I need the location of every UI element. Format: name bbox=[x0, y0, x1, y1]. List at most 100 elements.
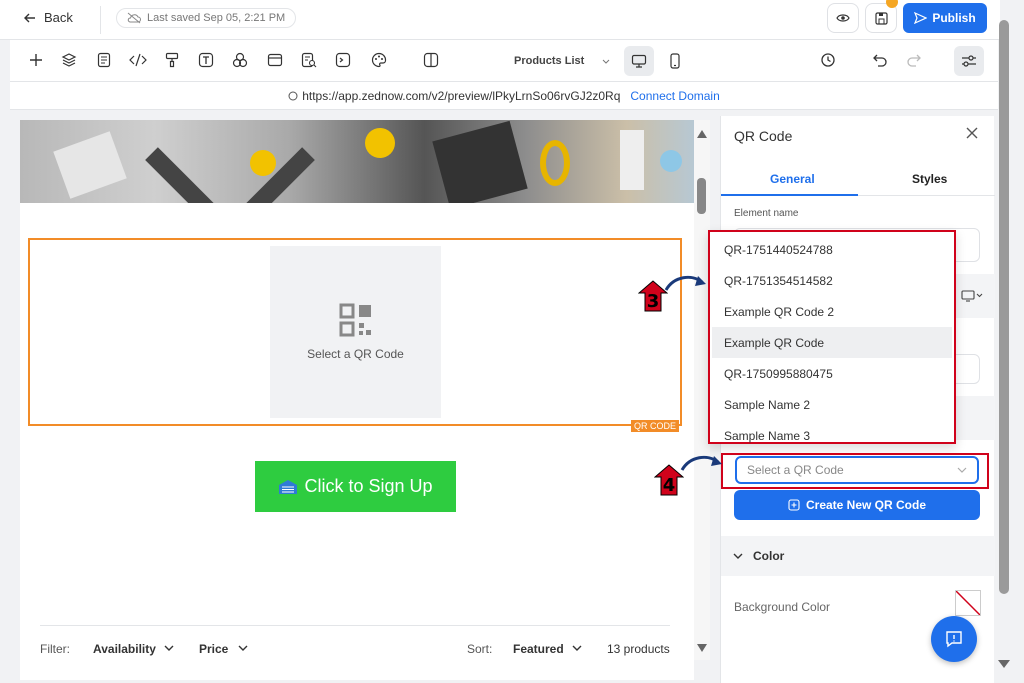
history-icon bbox=[821, 53, 835, 67]
chevron-down-icon bbox=[164, 645, 174, 651]
send-icon bbox=[914, 12, 928, 24]
background-color-label: Background Color bbox=[734, 600, 831, 614]
mobile-view-button[interactable] bbox=[660, 46, 690, 76]
layers-button[interactable] bbox=[59, 50, 79, 70]
document-icon bbox=[97, 52, 111, 68]
redo-button[interactable] bbox=[904, 50, 924, 70]
scroll-thumb[interactable] bbox=[697, 178, 706, 214]
back-button[interactable]: Back bbox=[24, 10, 73, 25]
columns-icon bbox=[423, 52, 439, 68]
hero-image bbox=[20, 120, 694, 203]
window-scrollbar[interactable] bbox=[998, 20, 1010, 668]
monitor-icon[interactable] bbox=[961, 290, 983, 302]
undo-button[interactable] bbox=[870, 50, 890, 70]
save-icon bbox=[874, 11, 888, 25]
create-qr-label: Create New QR Code bbox=[805, 498, 927, 512]
garage-icon bbox=[279, 479, 298, 494]
editor-toolbar: Products List bbox=[10, 40, 998, 82]
publish-label: Publish bbox=[932, 11, 976, 25]
text-icon bbox=[198, 52, 214, 68]
filter-divider bbox=[40, 625, 670, 626]
components-button[interactable] bbox=[230, 50, 250, 70]
chat-icon bbox=[946, 631, 962, 648]
color-section-label: Color bbox=[753, 549, 785, 563]
no-color-icon bbox=[956, 591, 980, 615]
scroll-up-icon[interactable] bbox=[697, 130, 707, 138]
settings-toggle-button[interactable] bbox=[954, 46, 984, 76]
signup-button[interactable]: Click to Sign Up bbox=[255, 461, 456, 512]
pages-button[interactable] bbox=[94, 50, 114, 70]
dropdown-option[interactable]: QR-1750995880475 bbox=[712, 358, 952, 389]
close-icon[interactable] bbox=[965, 126, 979, 140]
filter-label: Filter: bbox=[40, 642, 70, 656]
dropdown-option[interactable]: Sample Name 3 bbox=[712, 420, 952, 451]
redo-icon bbox=[907, 54, 921, 67]
chevron-down-icon bbox=[602, 59, 610, 64]
paint-button[interactable] bbox=[162, 50, 182, 70]
monitor-icon bbox=[631, 54, 647, 68]
arrow-annotation-icon bbox=[664, 275, 706, 291]
dropdown-option-hovered[interactable]: Example QR Code bbox=[712, 327, 952, 358]
paint-roller-icon bbox=[165, 52, 179, 68]
code-button[interactable] bbox=[128, 50, 148, 70]
qr-code-placeholder[interactable]: Select a QR Code bbox=[270, 246, 441, 418]
element-name-label: Element name bbox=[734, 208, 799, 219]
select-highlight-annotation bbox=[721, 453, 989, 489]
terminal-button[interactable] bbox=[333, 50, 353, 70]
dropdown-option[interactable]: Sample Name 2 bbox=[712, 389, 952, 420]
help-chat-button[interactable] bbox=[931, 616, 977, 662]
product-count: 13 products bbox=[607, 642, 670, 656]
split-view-button[interactable] bbox=[421, 50, 441, 70]
publish-button[interactable]: Publish bbox=[903, 3, 987, 33]
page-select[interactable]: Products List bbox=[510, 46, 622, 76]
color-section-header[interactable]: Color bbox=[721, 536, 995, 576]
history-button[interactable] bbox=[818, 50, 838, 70]
price-filter[interactable]: Price bbox=[199, 642, 228, 656]
dropdown-option[interactable]: QR-1751440524788 bbox=[712, 234, 952, 265]
sort-select[interactable]: Featured bbox=[513, 642, 564, 656]
page-canvas: Select a QR Code QR CODE Click to Sign U… bbox=[20, 120, 694, 680]
terminal-icon bbox=[335, 52, 351, 68]
chevron-down-icon bbox=[238, 645, 248, 651]
globe-icon bbox=[288, 91, 298, 100]
sliders-icon bbox=[962, 55, 976, 67]
availability-filter[interactable]: Availability bbox=[93, 642, 156, 656]
connect-domain-link[interactable]: Connect Domain bbox=[630, 89, 719, 103]
section-button[interactable] bbox=[265, 50, 285, 70]
qr-placeholder-label: Select a QR Code bbox=[307, 347, 404, 361]
panel-tabs: General Styles bbox=[721, 162, 995, 196]
back-label: Back bbox=[44, 10, 73, 25]
window-scroll-thumb[interactable] bbox=[999, 20, 1009, 594]
preview-url[interactable]: https://app.zednow.com/v2/preview/lPkyLr… bbox=[288, 89, 620, 103]
plus-icon bbox=[30, 54, 42, 66]
dropdown-option[interactable]: Example QR Code 2 bbox=[712, 296, 952, 327]
desktop-view-button[interactable] bbox=[624, 46, 654, 76]
scroll-down-icon[interactable] bbox=[697, 644, 707, 652]
chevron-down-icon bbox=[733, 553, 743, 559]
text-button[interactable] bbox=[196, 50, 216, 70]
arrow-annotation-icon bbox=[680, 455, 722, 471]
top-bar: Back Last saved Sep 05, 2:21 PM Publish bbox=[0, 0, 1000, 40]
product-filter-bar: Filter: Availability Price Sort: Feature… bbox=[40, 640, 680, 658]
form-button[interactable] bbox=[299, 50, 319, 70]
create-qr-code-button[interactable]: Create New QR Code bbox=[734, 490, 980, 520]
add-element-button[interactable] bbox=[26, 50, 46, 70]
undo-icon bbox=[873, 54, 887, 67]
layers-icon bbox=[61, 53, 77, 67]
scroll-down-icon[interactable] bbox=[998, 660, 1010, 668]
theme-button[interactable] bbox=[369, 50, 389, 70]
qr-code-dropdown: QR-1751440524788 QR-1751354514582 Exampl… bbox=[708, 230, 956, 444]
eye-icon bbox=[836, 14, 850, 22]
preview-button[interactable] bbox=[827, 3, 859, 33]
dropdown-option[interactable]: QR-1751354514582 bbox=[712, 265, 952, 296]
arrow-left-icon bbox=[24, 13, 35, 22]
preview-url-text: https://app.zednow.com/v2/preview/lPkyLr… bbox=[302, 88, 621, 103]
preview-url-bar: https://app.zednow.com/v2/preview/lPkyLr… bbox=[10, 82, 998, 110]
shapes-icon bbox=[232, 52, 248, 68]
tab-styles[interactable]: Styles bbox=[912, 172, 947, 186]
plus-square-icon bbox=[788, 499, 800, 511]
last-saved-badge: Last saved Sep 05, 2:21 PM bbox=[116, 8, 297, 28]
page-select-value: Products List bbox=[514, 55, 585, 67]
tab-general[interactable]: General bbox=[770, 172, 815, 186]
background-color-swatch[interactable] bbox=[955, 590, 981, 616]
